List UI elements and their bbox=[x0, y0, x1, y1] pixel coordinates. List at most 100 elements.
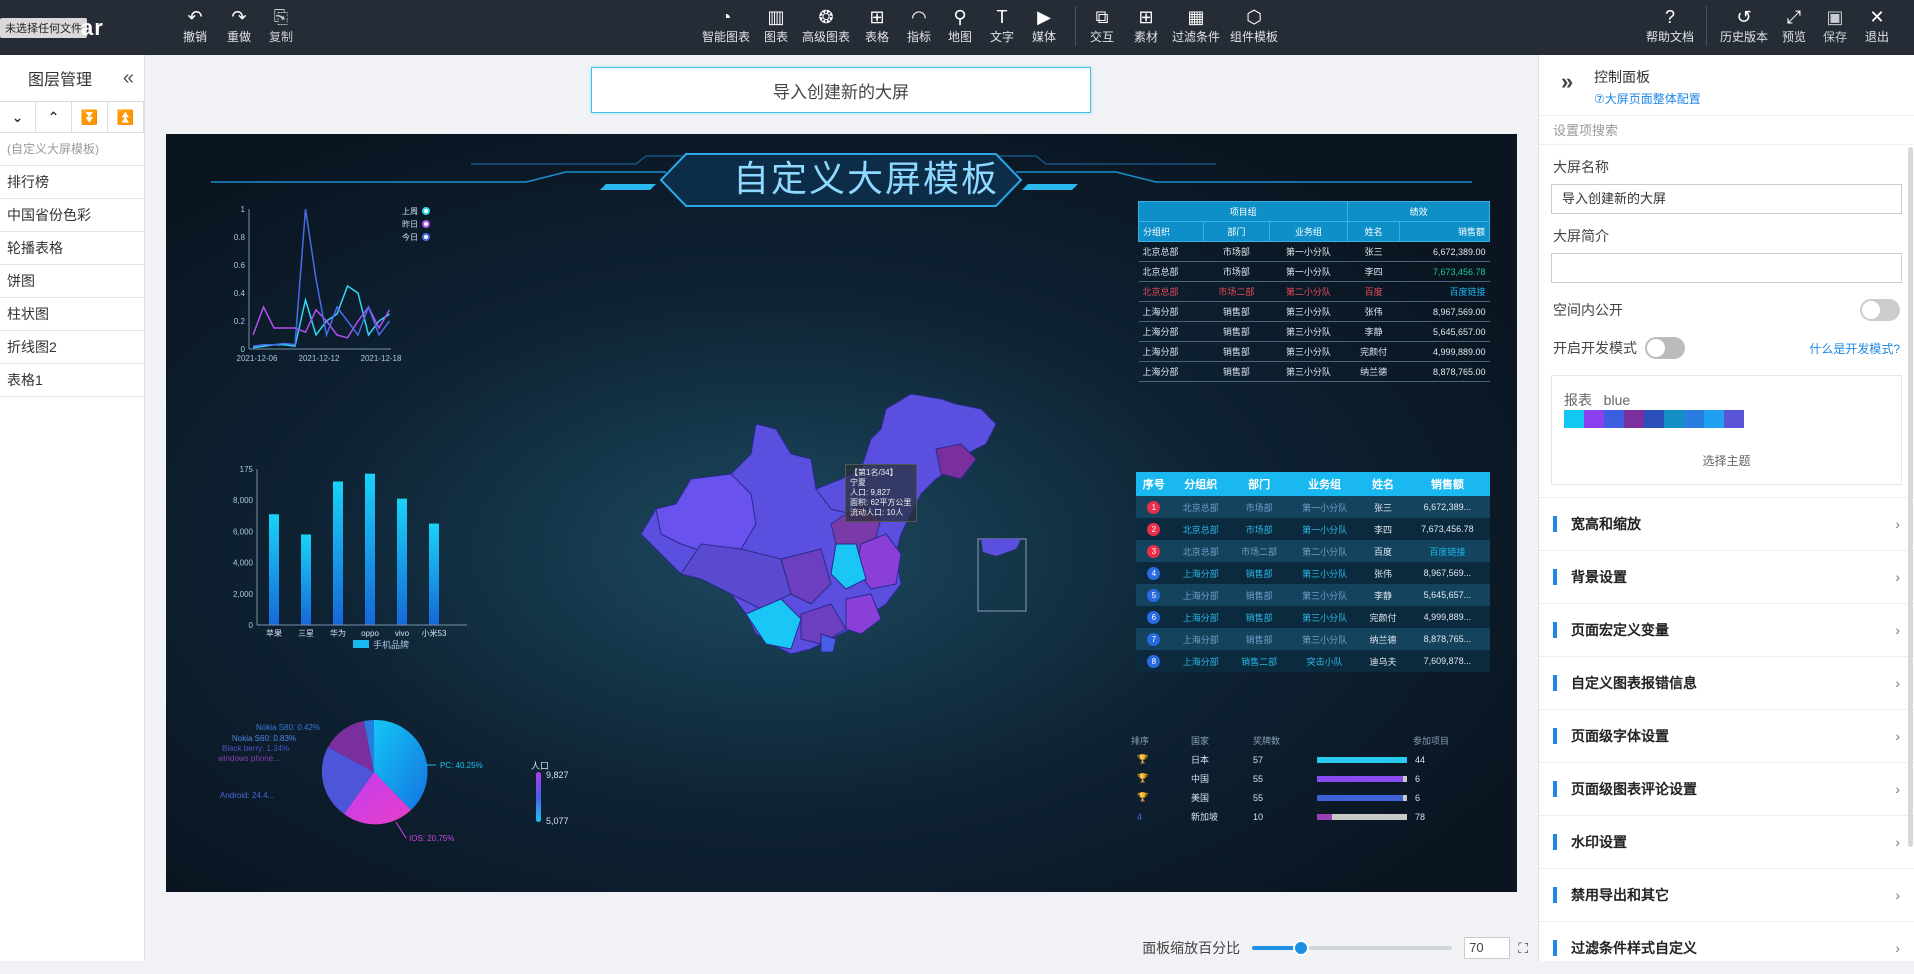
grouped-table[interactable]: 项目组 绩效 分组织 部门 业务组 姓名 销售额 北京总部 市场部 第一小分队 张三 6,672,38… bbox=[1138, 201, 1490, 411]
project-count: 44 bbox=[1415, 754, 1426, 765]
undo-button[interactable]: ↶ 撤销 bbox=[183, 6, 207, 45]
population-legend: 人口 9,827 5,077 bbox=[531, 759, 591, 829]
move-top-button[interactable]: ⏫ bbox=[108, 102, 144, 132]
layer-item[interactable]: 饼图 bbox=[0, 265, 144, 298]
page-config-link[interactable]: ⑦大屏页面整体配置 bbox=[1594, 90, 1701, 107]
indicator-button[interactable]: ◠ 指标 bbox=[907, 6, 931, 45]
screen-intro-input[interactable] bbox=[1551, 253, 1902, 283]
filter-icon: ▦ bbox=[1187, 7, 1205, 27]
media-button[interactable]: ▶ 媒体 bbox=[1032, 6, 1056, 45]
zoom-input[interactable]: 70 bbox=[1464, 937, 1511, 959]
smart-chart-button[interactable]: ◔ 智能图表 bbox=[702, 6, 750, 45]
settings-section[interactable]: 水印设置 › bbox=[1539, 815, 1914, 868]
material-button[interactable]: ⊞ 素材 bbox=[1134, 6, 1158, 45]
filter-button[interactable]: ▦ 过滤条件 bbox=[1172, 6, 1220, 45]
help-button[interactable]: ? 帮助文档 bbox=[1646, 6, 1694, 45]
fullscreen-icon[interactable]: ⛶ bbox=[1518, 940, 1528, 957]
table-cell: 上海分部 bbox=[1142, 307, 1179, 317]
settings-section[interactable]: 页面宏定义变量 › bbox=[1539, 603, 1914, 656]
y-tick-label: 8,000 bbox=[233, 496, 254, 505]
settings-section[interactable]: 页面级图表评论设置 › bbox=[1539, 762, 1914, 815]
settings-section[interactable]: 宽高和缩放 › bbox=[1539, 497, 1914, 550]
settings-section[interactable]: 过滤条件样式自定义 › bbox=[1539, 921, 1914, 974]
layer-item[interactable]: (自定义大屏模板) bbox=[0, 133, 144, 166]
layer-item[interactable]: 中国省份色彩 bbox=[0, 199, 144, 232]
layer-item[interactable]: 折线图2 bbox=[0, 331, 144, 364]
section-label: 宽高和缩放 bbox=[1571, 516, 1641, 532]
table-cell: 市场部 bbox=[1245, 502, 1273, 513]
map-button[interactable]: ⚲ 地图 bbox=[948, 6, 972, 45]
settings-search-input[interactable]: 设置项搜索 bbox=[1539, 115, 1914, 145]
line-legend: 上周昨日今日 bbox=[402, 207, 430, 242]
table-button[interactable]: ⊞ 表格 bbox=[865, 6, 889, 45]
dev-mode-row: 开启开发模式 什么是开发模式? bbox=[1539, 331, 1914, 365]
history-button[interactable]: ↺ 历史版本 bbox=[1720, 6, 1768, 45]
bar-chart-icon: ▥ bbox=[767, 7, 785, 27]
collapse-right-icon[interactable]: » bbox=[1561, 69, 1573, 95]
y-tick-label: 4,000 bbox=[233, 559, 254, 568]
settings-sections: 宽高和缩放 › 背景设置 › 页面宏定义变量 › 自定义图表报错信息 › 页面级字体设置 › 页面级… bbox=[1539, 497, 1914, 974]
settings-section[interactable]: 自定义图表报错信息 › bbox=[1539, 656, 1914, 709]
screen-name-box[interactable]: 导入创建新的大屏 bbox=[591, 67, 1091, 113]
dashboard-canvas[interactable]: 自定义大屏模板 1 0.8 0.6 0.4 0.2 0 2021-12-06 2021-12… bbox=[166, 134, 1517, 892]
table-cell: 张伟 bbox=[1364, 307, 1383, 317]
exit-button[interactable]: ✕ 退出 bbox=[1865, 6, 1889, 45]
zoom-slider-handle[interactable] bbox=[1293, 940, 1310, 956]
layer-item[interactable]: 表格1 bbox=[0, 364, 144, 397]
settings-section[interactable]: 禁用导出和其它 › bbox=[1539, 868, 1914, 921]
move-up-button[interactable]: ⌃ bbox=[36, 102, 72, 132]
legend-marker bbox=[422, 220, 430, 228]
settings-section[interactable]: 页面级字体设置 › bbox=[1539, 709, 1914, 762]
choose-theme-button[interactable]: 选择主题 bbox=[1552, 452, 1901, 469]
table-row: 上海分部 销售部 第三小分队 纳兰德 8,878,765.00 bbox=[1138, 362, 1490, 382]
bar-chart[interactable]: 175 8,000 6,000 4,000 2,000 0 苹果 三星 华为 oppo vivo 小… bbox=[221, 459, 481, 659]
population-gradient[interactable] bbox=[536, 772, 541, 822]
space-public-toggle[interactable] bbox=[1860, 299, 1900, 321]
text-button[interactable]: T 文字 bbox=[990, 6, 1014, 45]
toolbar-divider bbox=[1075, 6, 1076, 46]
trophy-icon: 🏆 bbox=[1137, 754, 1149, 764]
layer-item[interactable]: 轮播表格 bbox=[0, 232, 144, 265]
table-cell: 第三小分队 bbox=[1285, 327, 1331, 337]
collapse-left-icon[interactable]: « bbox=[123, 67, 134, 90]
dev-mode-toggle[interactable] bbox=[1645, 337, 1685, 359]
table-cell: 第二小分队 bbox=[1302, 546, 1348, 557]
dev-mode-help-link[interactable]: 什么是开发模式? bbox=[1809, 340, 1900, 357]
screen-name-input[interactable]: 导入创建新的大屏 bbox=[1551, 184, 1902, 214]
settings-section[interactable]: 背景设置 › bbox=[1539, 550, 1914, 603]
pie-chart[interactable]: Nokia S80: 0.42% Nokia S60: 0.83% Black … bbox=[216, 714, 516, 864]
china-map[interactable] bbox=[581, 384, 1041, 704]
save-button[interactable]: ▣ 保存 bbox=[1823, 6, 1847, 45]
panel-scrollbar[interactable] bbox=[1908, 147, 1913, 847]
table-cell: 销售部 bbox=[1222, 327, 1250, 337]
zoom-slider[interactable] bbox=[1252, 940, 1453, 956]
trophy-icon: 🏆 bbox=[1137, 773, 1149, 783]
copy-button[interactable]: ⎘ 复制 bbox=[269, 6, 293, 45]
table-row: 上海分部 销售部 第三小分队 完颜付 4,999,889.00 bbox=[1138, 342, 1490, 362]
table-cell: 6,672,389... bbox=[1423, 502, 1472, 512]
interact-button[interactable]: ⧉ 交互 bbox=[1090, 6, 1114, 45]
preview-button[interactable]: ⤢ 预览 bbox=[1782, 6, 1806, 45]
group-header: 绩效 bbox=[1347, 201, 1490, 222]
carousel-table[interactable]: 序号 分组织 部门 业务组 姓名 销售额 1 北京总部 市场部 第一小分队 张三 6,672,389.… bbox=[1136, 472, 1490, 672]
layer-item[interactable]: 排行榜 bbox=[0, 166, 144, 199]
redo-button[interactable]: ↷ 重做 bbox=[227, 6, 251, 45]
population-max: 9,827 bbox=[546, 770, 569, 780]
table-cell: 销售部 bbox=[1245, 590, 1273, 601]
move-bottom-button[interactable]: ⏬ bbox=[72, 102, 108, 132]
country: 美国 bbox=[1191, 793, 1210, 803]
move-down-button[interactable]: ⌄ bbox=[0, 102, 36, 132]
logo: 未选择任何文件 ar bbox=[0, 15, 104, 40]
table-cell: 销售部 bbox=[1245, 634, 1273, 645]
layer-item[interactable]: 柱状图 bbox=[0, 298, 144, 331]
advanced-chart-button[interactable]: ❂ 高级图表 bbox=[802, 6, 850, 45]
table-cell: 5,645,657.00 bbox=[1432, 326, 1486, 337]
line-chart[interactable]: 10.80.60.40.20 2021-12-06 2021-12-12 2021-… bbox=[221, 199, 471, 399]
legend-label: 上周 bbox=[402, 207, 418, 216]
ranking-list[interactable]: 排序 国家 奖牌数 参加项目 🏆 日本 57 44 🏆 中国 55 6 🏆 美国 55 6 4 新加坡 10 78 bbox=[1131, 734, 1471, 826]
component-template-button[interactable]: ⬡ 组件模板 bbox=[1230, 6, 1278, 45]
rank-badge-cell: 7 bbox=[1136, 628, 1172, 650]
project-count: 78 bbox=[1415, 811, 1426, 822]
chart-button[interactable]: ▥ 图表 bbox=[764, 6, 788, 45]
table-cell: 上海分部 bbox=[1182, 634, 1219, 645]
